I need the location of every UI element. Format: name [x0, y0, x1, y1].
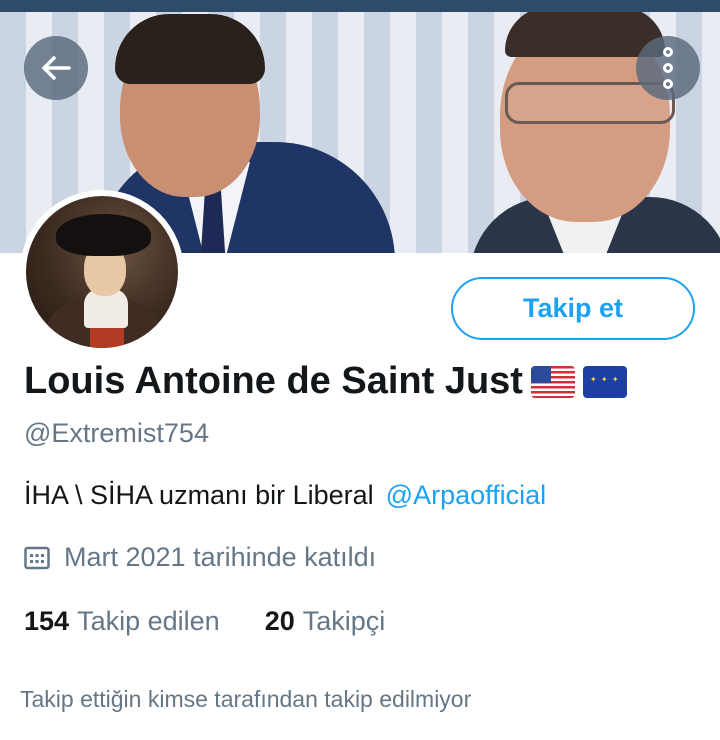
bio-mention-link[interactable]: @Arpaofficial — [386, 480, 546, 510]
following-label: Takip edilen — [77, 606, 220, 636]
bio-text: İHA \ SİHA uzmanı bir Liberal — [24, 480, 374, 510]
followers-count: 20 — [264, 606, 295, 636]
joined-text: Mart 2021 tarihinde katıldı — [64, 542, 377, 572]
eu-flag-icon — [582, 365, 627, 398]
followers-label: Takipçi — [302, 606, 386, 636]
display-name: Louis Antoine de Saint Just — [24, 360, 523, 402]
not-followed-note: Takip ettiğin kimse tarafından takip edi… — [20, 686, 472, 712]
follow-counts: 154 Takip edilen 20 Takipçi — [24, 606, 385, 637]
joined-date: Mart 2021 tarihinde katıldı — [24, 542, 376, 573]
profile-handle: @Extremist754 — [24, 418, 209, 448]
followers-link[interactable]: 20 Takipçi — [265, 606, 386, 636]
more-options-button[interactable] — [636, 36, 700, 100]
more-vertical-icon — [663, 47, 673, 89]
us-flag-icon — [530, 365, 575, 398]
status-bar — [0, 0, 720, 12]
profile-bio: İHA \ SİHA uzmanı bir Liberal @Arpaoffici… — [24, 480, 546, 511]
following-count: 154 — [24, 606, 70, 636]
back-button[interactable] — [24, 36, 88, 100]
arrow-left-icon — [42, 56, 71, 80]
avatar[interactable] — [26, 196, 178, 348]
follow-button[interactable]: Takip et — [451, 277, 695, 340]
calendar-icon — [24, 546, 50, 569]
banner-person-left-hair — [115, 14, 265, 84]
following-link[interactable]: 154 Takip edilen — [24, 606, 220, 636]
display-name-row: Louis Antoine de Saint Just — [24, 360, 627, 403]
